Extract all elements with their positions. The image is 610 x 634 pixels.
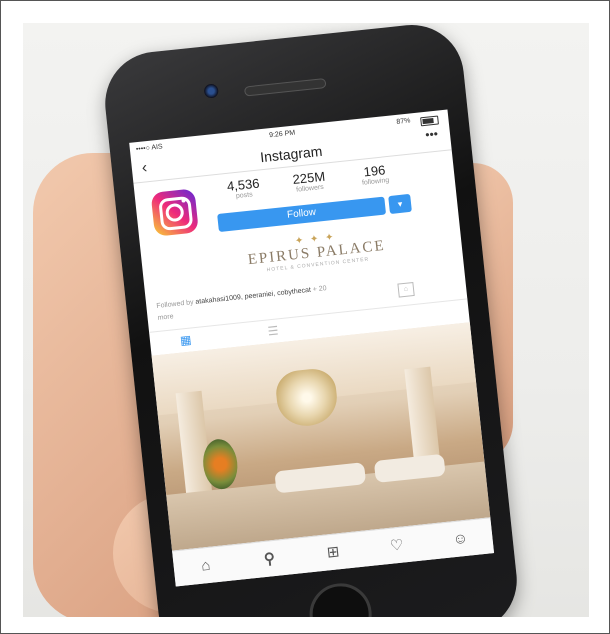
- profile-icon[interactable]: ☺: [449, 528, 471, 550]
- follow-button[interactable]: Follow: [217, 196, 387, 233]
- search-icon[interactable]: ⚲: [259, 549, 281, 571]
- following-stat[interactable]: 196 following: [339, 160, 411, 189]
- instagram-logo-icon[interactable]: [150, 188, 199, 237]
- chandelier: [274, 366, 340, 429]
- photo: ••••○ AIS 9:26 PM 87% ‹ Instagram ••• 4,…: [23, 23, 589, 617]
- phone-screen: ••••○ AIS 9:26 PM 87% ‹ Instagram ••• 4,…: [129, 109, 495, 587]
- battery-icon: [420, 115, 439, 127]
- followed-by-more[interactable]: more: [157, 313, 174, 322]
- phone: ••••○ AIS 9:26 PM 87% ‹ Instagram ••• 4,…: [100, 23, 522, 617]
- posts-stat[interactable]: 4,536 posts: [208, 174, 280, 203]
- chevron-down-icon[interactable]: ▾: [388, 193, 412, 215]
- grid-icon[interactable]: ▦: [179, 332, 194, 348]
- carrier: ••••○ AIS: [135, 143, 164, 154]
- followers-stat[interactable]: 225M followers: [273, 167, 345, 196]
- front-camera: [203, 83, 219, 99]
- heart-icon[interactable]: ♡: [386, 535, 408, 557]
- followed-by-prefix: Followed by: [156, 298, 196, 310]
- tagged-icon[interactable]: ⌂: [397, 281, 415, 298]
- clock: 9:26 PM: [268, 129, 296, 140]
- bio-brand: ✦ ✦ ✦ EPIRUS PALACE HOTEL & CONVENTION C…: [210, 223, 422, 279]
- more-options-button[interactable]: •••: [425, 127, 439, 142]
- followed-by-names: atakahasi1009, peeraniei, cobythecat: [195, 286, 312, 306]
- earpiece-speaker: [243, 78, 327, 97]
- list-icon[interactable]: ☰: [267, 323, 282, 338]
- home-icon[interactable]: ⌂: [195, 555, 217, 577]
- followed-by-count: + 20: [310, 285, 327, 294]
- add-icon[interactable]: ⊞: [322, 542, 344, 564]
- home-button[interactable]: [306, 580, 375, 617]
- post-image[interactable]: [151, 322, 491, 551]
- battery-percent: 87%: [396, 117, 411, 126]
- image-frame: ••••○ AIS 9:26 PM 87% ‹ Instagram ••• 4,…: [0, 0, 610, 634]
